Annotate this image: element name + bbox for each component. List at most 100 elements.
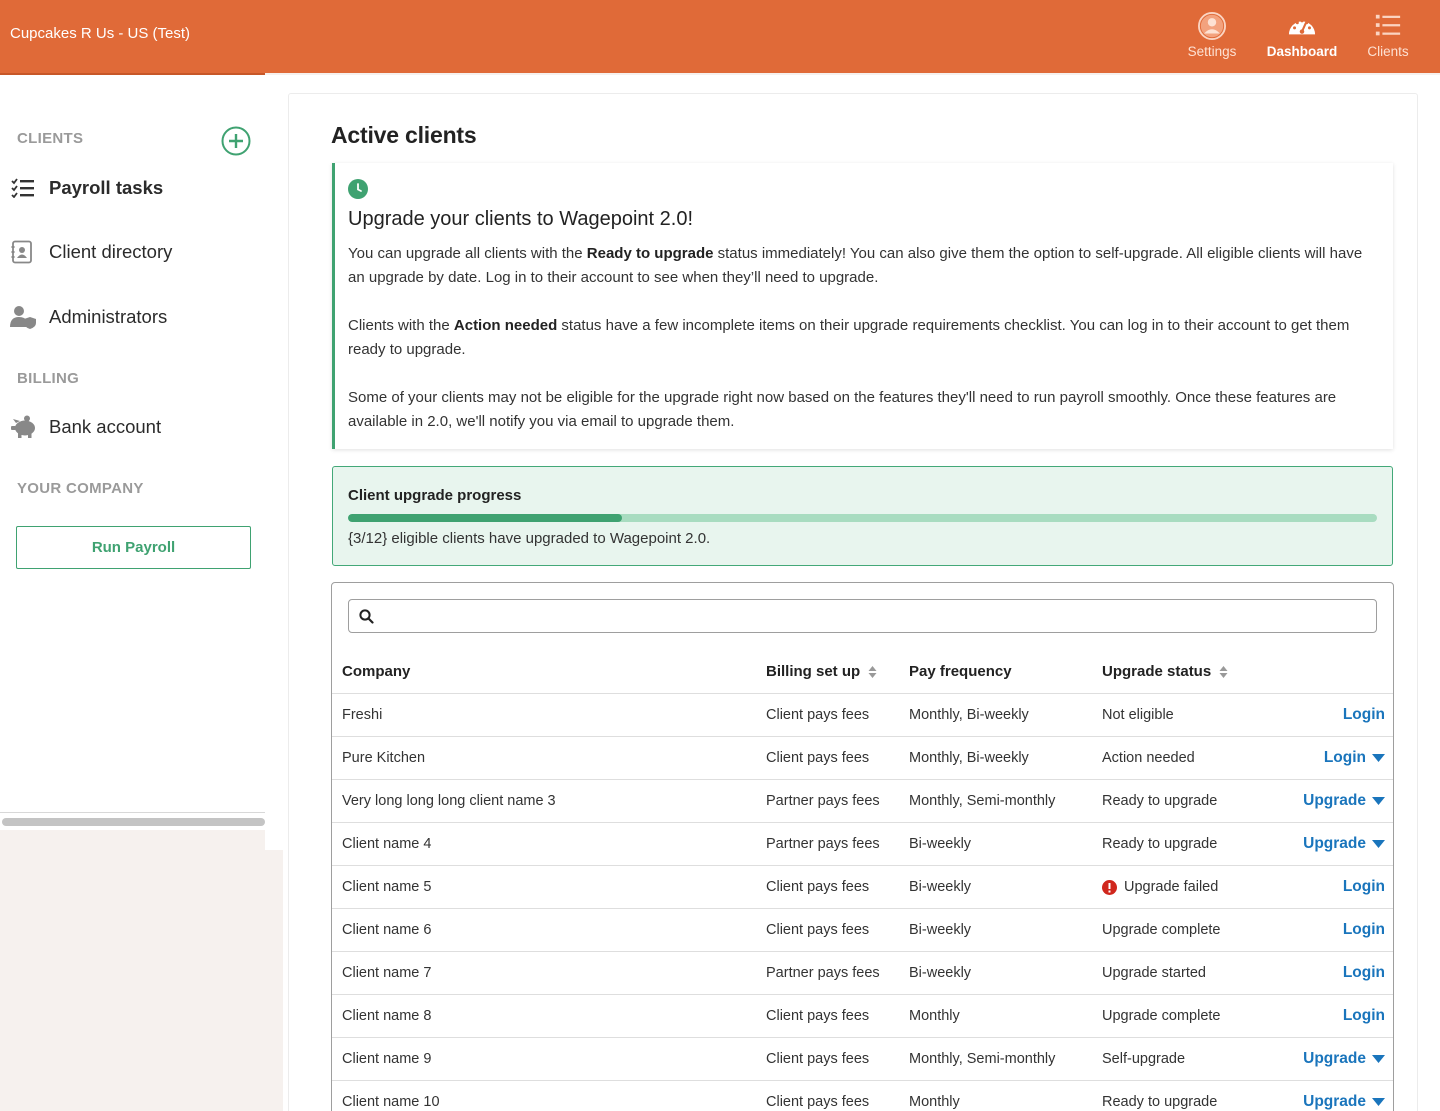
frequency-cell: Bi-weekly bbox=[909, 922, 972, 938]
sort-icon[interactable] bbox=[868, 665, 877, 678]
progress-title: Client upgrade progress bbox=[348, 487, 522, 504]
status-cell: Upgrade started bbox=[1102, 965, 1206, 981]
table-row: Client name 4 Partner pays fees Bi-weekly R… bbox=[332, 823, 1393, 866]
sidebar-item-client-directory[interactable]: Client directory bbox=[10, 234, 255, 270]
status-cell: Upgrade failed bbox=[1102, 879, 1218, 895]
action-label: Login bbox=[1323, 749, 1366, 766]
table-row: Client name 7 Partner pays fees Bi-weekly U… bbox=[332, 952, 1393, 995]
login-button[interactable]: Login bbox=[1343, 1007, 1385, 1025]
action-label: Login bbox=[1342, 1007, 1385, 1024]
sidebar-item-bank-account[interactable]: Bank account bbox=[10, 409, 255, 445]
table-row: Client name 5 Client pays fees Bi-weekly Up… bbox=[332, 866, 1393, 909]
notice-text: Clients with the bbox=[348, 317, 454, 334]
action-label: Upgrade bbox=[1303, 792, 1366, 809]
page-title: Active clients bbox=[331, 122, 477, 148]
notice-text: You can upgrade all clients with the bbox=[348, 245, 587, 262]
upgrade-button[interactable]: Upgrade bbox=[1303, 792, 1385, 810]
caret-down-icon[interactable] bbox=[1372, 1098, 1385, 1106]
admin-user-icon bbox=[10, 305, 38, 329]
nav-clients[interactable]: Clients bbox=[1348, 12, 1428, 59]
billing-cell: Client pays fees bbox=[766, 750, 870, 766]
company-cell: Client name 8 bbox=[342, 1008, 432, 1024]
billing-cell: Client pays fees bbox=[766, 707, 870, 723]
table-row: Freshi Client pays fees Monthly, Bi-weekly… bbox=[332, 694, 1393, 737]
add-client-icon[interactable] bbox=[221, 126, 251, 156]
contact-book-icon bbox=[10, 240, 38, 264]
clock-icon bbox=[348, 179, 368, 199]
status-text: Ready to upgrade bbox=[1102, 793, 1218, 809]
search-input[interactable] bbox=[383, 601, 1368, 631]
login-button[interactable]: Login bbox=[1324, 749, 1385, 767]
list-icon bbox=[1375, 14, 1401, 36]
login-button[interactable]: Login bbox=[1343, 878, 1385, 896]
search-icon bbox=[359, 609, 374, 624]
column-header-billing[interactable]: Billing set up bbox=[766, 663, 877, 680]
section-label-your-company: YOUR COMPANY bbox=[17, 480, 144, 497]
caret-down-icon[interactable] bbox=[1372, 754, 1385, 762]
billing-cell: Client pays fees bbox=[766, 879, 870, 895]
table-row: Client name 6 Client pays fees Bi-weekly Up… bbox=[332, 909, 1393, 952]
sidebar-item-administrators[interactable]: Administrators bbox=[10, 299, 255, 335]
run-payroll-button[interactable]: Run Payroll bbox=[16, 526, 251, 569]
frequency-cell: Monthly, Semi-monthly bbox=[909, 793, 1056, 809]
table-row: Very long long long client name 3 Partner… bbox=[332, 780, 1393, 823]
login-button[interactable]: Login bbox=[1343, 706, 1385, 724]
column-header-status[interactable]: Upgrade status bbox=[1102, 663, 1228, 680]
company-cell: Freshi bbox=[342, 707, 383, 723]
checklist-icon bbox=[10, 176, 38, 200]
action-label: Upgrade bbox=[1303, 835, 1366, 852]
company-cell: Client name 7 bbox=[342, 965, 432, 981]
status-text: Not eligible bbox=[1102, 707, 1174, 723]
notice-paragraph-2: Clients with the Action needed status ha… bbox=[348, 314, 1383, 362]
status-cell: Ready to upgrade bbox=[1102, 793, 1217, 809]
section-label-clients: CLIENTS bbox=[17, 130, 84, 147]
status-text: Self-upgrade bbox=[1102, 1051, 1186, 1067]
status-cell: Action needed bbox=[1102, 750, 1195, 766]
caret-down-icon[interactable] bbox=[1372, 840, 1385, 848]
company-cell: Client name 6 bbox=[342, 922, 432, 938]
sidebar-item-label: Administrators bbox=[49, 306, 168, 327]
status-cell: Self-upgrade bbox=[1102, 1051, 1185, 1067]
company-name[interactable]: Cupcakes R Us - US (Test) bbox=[10, 25, 190, 42]
upgrade-button[interactable]: Upgrade bbox=[1303, 1093, 1385, 1111]
status-cell: Not eligible bbox=[1102, 707, 1174, 723]
company-cell: Client name 10 bbox=[342, 1094, 440, 1110]
action-label: Upgrade bbox=[1303, 1093, 1366, 1110]
progress-bar bbox=[348, 514, 1377, 522]
nav-settings[interactable]: Settings bbox=[1172, 12, 1252, 59]
sidebar-item-label: Client directory bbox=[49, 241, 173, 262]
login-button[interactable]: Login bbox=[1343, 964, 1385, 982]
sidebar-scrollbar[interactable] bbox=[2, 818, 265, 826]
action-label: Login bbox=[1342, 706, 1385, 723]
upgrade-button[interactable]: Upgrade bbox=[1303, 835, 1385, 853]
search-field[interactable] bbox=[348, 599, 1377, 633]
clients-table: Company Billing set up Pay frequency Upg… bbox=[331, 582, 1394, 1111]
caret-down-icon[interactable] bbox=[1372, 797, 1385, 805]
upgrade-button[interactable]: Upgrade bbox=[1303, 1050, 1385, 1068]
sidebar-item-payroll-tasks[interactable]: Payroll tasks bbox=[10, 170, 255, 206]
frequency-cell: Monthly bbox=[909, 1094, 960, 1110]
caret-down-icon[interactable] bbox=[1372, 1055, 1385, 1063]
billing-cell: Client pays fees bbox=[766, 1008, 870, 1024]
frequency-cell: Monthly, Bi-weekly bbox=[909, 750, 1029, 766]
nav-dashboard[interactable]: Dashboard bbox=[1262, 12, 1342, 59]
company-cell: Client name 5 bbox=[342, 879, 432, 895]
progress-bar-fill bbox=[348, 514, 622, 522]
main-gutter bbox=[265, 850, 283, 1111]
status-cell: Ready to upgrade bbox=[1102, 1094, 1217, 1110]
billing-cell: Client pays fees bbox=[766, 922, 870, 938]
progress-text: {3/12} eligible clients have upgraded to… bbox=[348, 530, 711, 547]
frequency-cell: Monthly, Bi-weekly bbox=[909, 707, 1029, 723]
notice-emphasis: Action needed bbox=[453, 317, 558, 334]
piggy-bank-icon bbox=[10, 415, 38, 439]
status-cell: Upgrade complete bbox=[1102, 922, 1221, 938]
notice-paragraph-1: You can upgrade all clients with the Rea… bbox=[348, 242, 1383, 290]
frequency-cell: Bi-weekly bbox=[909, 879, 972, 895]
sort-icon[interactable] bbox=[1219, 665, 1228, 678]
status-text: Ready to upgrade bbox=[1102, 836, 1218, 852]
login-button[interactable]: Login bbox=[1343, 921, 1385, 939]
status-text: Ready to upgrade bbox=[1102, 1094, 1218, 1110]
sidebar: CLIENTS Payroll tasks Client directory A… bbox=[0, 75, 265, 830]
status-text: Upgrade complete bbox=[1102, 922, 1221, 938]
column-header-frequency: Pay frequency bbox=[909, 663, 1012, 680]
